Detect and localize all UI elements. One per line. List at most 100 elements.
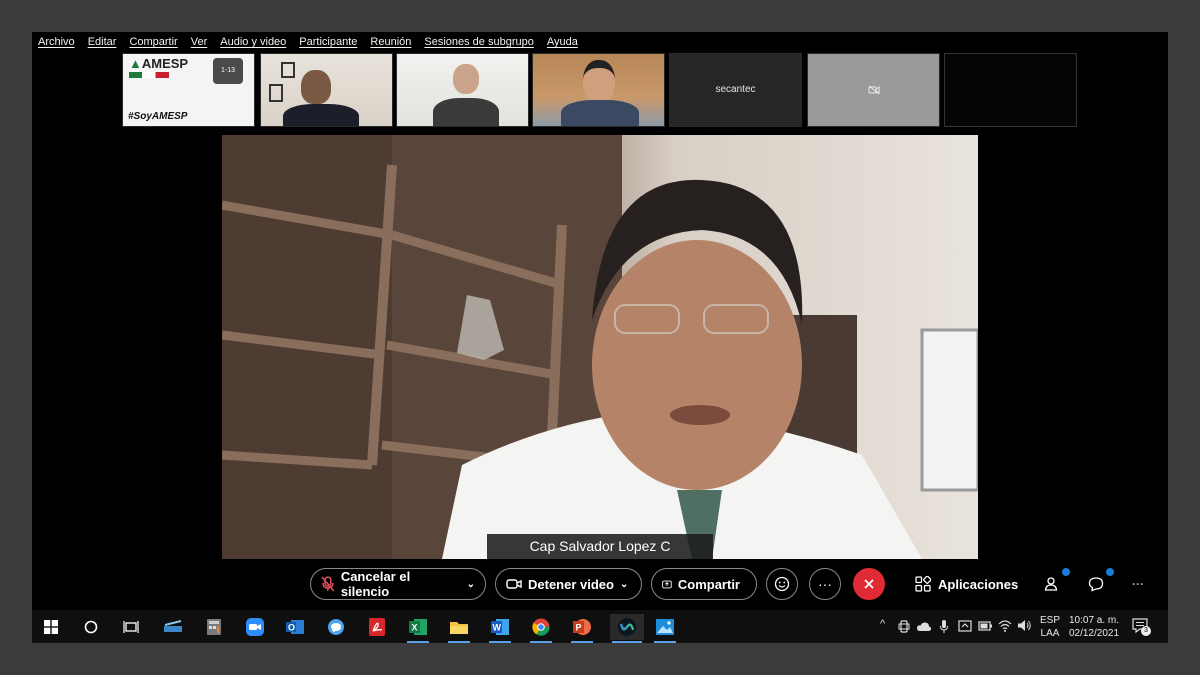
unmute-button[interactable]: Cancelar el silencio ⌄	[310, 568, 486, 600]
participant-body	[433, 98, 499, 126]
hashtag-label: #SoyAMESP	[128, 111, 188, 122]
svg-text:X: X	[412, 623, 418, 633]
taskbar-app-powerpoint[interactable]: P	[569, 614, 595, 643]
participant-head	[583, 60, 615, 104]
chevron-down-icon[interactable]: ⌄	[467, 579, 475, 590]
messaging-icon	[328, 619, 344, 635]
ellipsis-icon: ···	[1132, 577, 1144, 591]
overflow-menu-button[interactable]: ···	[1132, 568, 1144, 600]
participants-button[interactable]	[1044, 568, 1060, 600]
active-speaker-video[interactable]: Cap Salvador Lopez C	[222, 135, 978, 559]
taskbar-app-file-explorer[interactable]	[446, 614, 472, 643]
chevron-up-icon[interactable]: ^	[880, 618, 885, 630]
speaker-name-label: Cap Salvador Lopez C	[487, 534, 713, 559]
menu-bar: Archivo Editar Compartir Ver Audio y vid…	[32, 32, 1168, 52]
taskbar-app-webex[interactable]	[610, 614, 644, 643]
taskbar-app-chrome[interactable]	[528, 614, 554, 643]
active-app-indicator	[407, 641, 429, 643]
participant-head	[453, 64, 479, 94]
device-icon[interactable]	[898, 620, 910, 633]
start-button[interactable]	[38, 614, 64, 640]
stop-video-label: Detener video	[528, 576, 614, 592]
share-label: Compartir	[677, 576, 740, 592]
menu-compartir[interactable]: Compartir	[129, 36, 177, 48]
participant-thumbnail-amesp[interactable]: ▲AMESP 1-13 #SoyAMESP	[122, 53, 255, 127]
video-off-icon	[868, 85, 880, 95]
input-language-indicator[interactable]: ESP LAA	[1038, 614, 1062, 640]
scanner-icon	[164, 620, 182, 632]
action-center-button[interactable]: 3	[1132, 618, 1152, 636]
chat-notification-dot	[1106, 568, 1114, 576]
calculator-icon	[207, 619, 221, 635]
volume-icon[interactable]	[1017, 619, 1032, 632]
chat-button[interactable]	[1088, 568, 1104, 600]
taskbar-app-excel[interactable]: X	[405, 614, 431, 643]
taskbar-app-outlook[interactable]: O	[282, 614, 308, 640]
menu-ayuda[interactable]: Ayuda	[547, 36, 578, 48]
participant-body	[561, 100, 639, 126]
taskbar-app-word[interactable]: W	[487, 614, 513, 643]
unmute-label: Cancelar el silencio	[340, 569, 411, 599]
menu-editar[interactable]: Editar	[88, 36, 117, 48]
meeting-controls-bar: Cancelar el silencio ⌄ Detener video ⌄ C…	[32, 560, 1168, 610]
task-view-button[interactable]	[118, 614, 144, 640]
share-button[interactable]: Compartir	[651, 568, 757, 600]
menu-participante[interactable]: Participante	[299, 36, 357, 48]
applications-button[interactable]: Aplicaciones	[915, 568, 1018, 600]
chevron-down-icon[interactable]: ⌄	[620, 579, 628, 590]
menu-ver[interactable]: Ver	[191, 36, 208, 48]
wall-frame	[269, 84, 283, 102]
windows-logo-icon	[44, 620, 58, 634]
participant-thumbnail-secantec[interactable]: secantec	[669, 53, 802, 127]
webex-icon	[618, 618, 636, 636]
leave-meeting-button[interactable]	[853, 568, 885, 600]
taskbar-app-chat[interactable]	[323, 614, 349, 640]
cloud-icon[interactable]	[916, 621, 932, 632]
microphone-icon[interactable]	[939, 619, 949, 634]
photos-icon	[656, 619, 674, 635]
menu-reunion[interactable]: Reunión	[370, 36, 411, 48]
active-app-indicator	[654, 641, 676, 643]
task-view-icon	[123, 621, 139, 633]
participant-thumbnail-4[interactable]	[532, 53, 665, 127]
webex-meeting-window: Archivo Editar Compartir Ver Audio y vid…	[32, 32, 1168, 643]
battery-icon[interactable]	[978, 620, 993, 632]
chat-bubble-icon	[1088, 577, 1104, 592]
taskbar-app-zoom[interactable]	[242, 614, 268, 640]
participant-head	[301, 70, 331, 104]
zoom-icon	[246, 618, 264, 636]
participant-thumbnail-empty[interactable]	[944, 53, 1077, 127]
word-icon: W	[491, 619, 509, 635]
taskbar-app-acrobat[interactable]	[364, 614, 390, 640]
participant-thumbnail-3[interactable]	[396, 53, 529, 127]
menu-sesiones-subgrupo[interactable]: Sesiones de subgrupo	[424, 36, 533, 48]
microphone-muted-icon	[321, 576, 335, 592]
bookshelf-graphic	[222, 135, 978, 559]
video-camera-icon	[506, 579, 522, 589]
menu-archivo[interactable]: Archivo	[38, 36, 75, 48]
wifi-icon[interactable]	[998, 619, 1012, 632]
screen-share-tray-icon[interactable]	[958, 619, 972, 633]
system-clock[interactable]: 10:07 a. m. 02/12/2021	[1066, 614, 1122, 640]
participant-thumbnail-2[interactable]	[260, 53, 393, 127]
svg-text:P: P	[576, 623, 582, 633]
award-badge: 1-13	[213, 58, 243, 84]
applications-label: Aplicaciones	[938, 576, 1019, 592]
stop-video-button[interactable]: Detener video ⌄	[495, 568, 642, 600]
more-options-button[interactable]: ···	[809, 568, 841, 600]
participant-body	[283, 104, 359, 126]
taskbar-app-photos[interactable]	[652, 614, 678, 643]
notification-count-badge: 3	[1141, 626, 1151, 636]
search-circle-icon	[84, 620, 98, 634]
menu-audio-video[interactable]: Audio y video	[220, 36, 286, 48]
reactions-button[interactable]	[766, 568, 798, 600]
search-button[interactable]	[78, 614, 104, 640]
svg-text:W: W	[493, 623, 502, 633]
active-app-indicator	[571, 641, 593, 643]
flag-stripe	[129, 72, 169, 78]
keyboard-layout: LAA	[1040, 628, 1060, 639]
chrome-icon	[532, 618, 550, 636]
taskbar-app-scanner[interactable]	[160, 614, 186, 640]
participant-thumbnail-camera-off[interactable]	[807, 53, 940, 127]
taskbar-app-calculator[interactable]	[201, 614, 227, 640]
